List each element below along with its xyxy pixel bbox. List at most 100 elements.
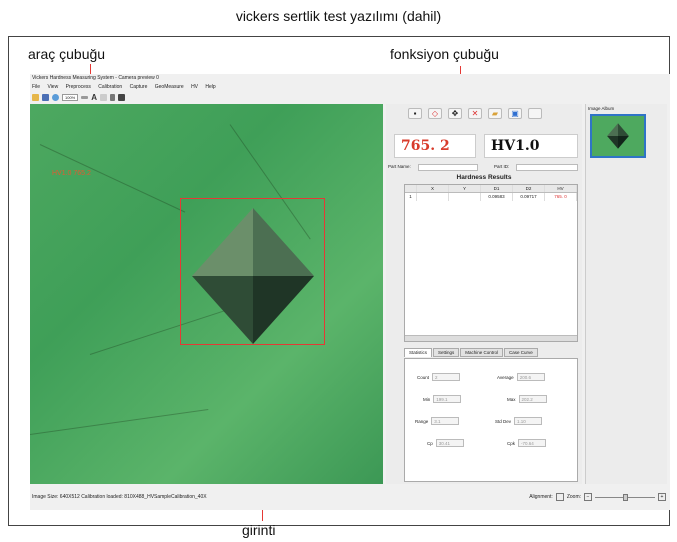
crosshair-icon[interactable] bbox=[110, 93, 116, 101]
stat-label: Range bbox=[415, 418, 429, 424]
indentation-pyramid bbox=[192, 208, 314, 344]
stat-min: Min 199.1 bbox=[423, 395, 462, 403]
part-name-label: Part Name: bbox=[388, 164, 411, 169]
column-header bbox=[405, 185, 417, 192]
hv-scale-display: HV1.0 bbox=[484, 134, 578, 158]
zoom-out-icon[interactable]: − bbox=[584, 493, 592, 501]
stat-value: -70.64 bbox=[518, 439, 547, 447]
results-table: X Y D1 D2 HV 1 0.09583 0.09717 765. 0 bbox=[404, 184, 578, 342]
stat-label: Std Dev bbox=[495, 418, 512, 424]
zoom-in-icon[interactable]: + bbox=[658, 493, 666, 501]
stat-label: Cpk bbox=[507, 440, 516, 446]
move-icon[interactable]: ✥ bbox=[448, 108, 462, 119]
camera-icon[interactable] bbox=[118, 93, 126, 101]
stat-label: Max bbox=[507, 396, 516, 402]
stat-label: Min bbox=[423, 396, 431, 402]
ruler-icon[interactable] bbox=[81, 95, 89, 99]
hv-overlay-label: HV1.0 765.2 bbox=[52, 170, 91, 177]
stat-cp: Cp 30.41 bbox=[427, 439, 464, 447]
alignment-checkbox[interactable] bbox=[555, 493, 564, 501]
table-scrollbar[interactable] bbox=[405, 335, 577, 341]
function-panel: ▪ ◇ ✥ ✕ ▰ ▣ 765. 2 HV1.0 Part Name: Part… bbox=[386, 104, 582, 484]
table-cell bbox=[449, 193, 481, 201]
zoom-slider-thumb[interactable] bbox=[623, 493, 628, 501]
stat-label: Count bbox=[417, 374, 430, 380]
status-info: Image Size: 640X512 Calibration loaded: … bbox=[32, 494, 207, 500]
bottom-tabs: Statistics Settings Machine Control Case… bbox=[404, 348, 578, 358]
scratch-line bbox=[39, 144, 186, 213]
annotation-indentation: girinti bbox=[242, 522, 276, 538]
statistics-panel: Count 2 Average 200.6 Min 199.1 Max 202.… bbox=[404, 358, 578, 482]
tab-case-curve[interactable]: Case Curve bbox=[504, 348, 538, 357]
menu-capture[interactable]: Capture bbox=[130, 84, 148, 90]
table-cell: 765. 0 bbox=[545, 193, 577, 201]
image-album-panel: Image Album bbox=[585, 104, 667, 484]
save-icon[interactable] bbox=[42, 93, 49, 101]
menu-geomeasure[interactable]: GeoMeasure bbox=[155, 84, 184, 90]
annotation-toolbar: araç çubuğu bbox=[28, 46, 106, 62]
menu-file[interactable]: File bbox=[32, 84, 40, 90]
camera-icon[interactable]: ▪ bbox=[408, 108, 422, 119]
hardness-results-title: Hardness Results bbox=[456, 174, 512, 181]
stat-range: Range 3.1 bbox=[415, 417, 460, 425]
album-title: Image Album bbox=[588, 106, 615, 111]
part-id-label: Part ID: bbox=[494, 164, 510, 169]
zoom-select[interactable]: 100% bbox=[62, 93, 79, 101]
stat-value: 3.1 bbox=[431, 417, 460, 425]
delete-icon[interactable]: ✕ bbox=[468, 108, 482, 119]
scratch-line bbox=[30, 408, 209, 435]
stat-value: 1.10 bbox=[514, 417, 543, 425]
stat-value: 199.1 bbox=[433, 395, 462, 403]
function-bar: ▪ ◇ ✥ ✕ ▰ ▣ bbox=[408, 108, 542, 119]
column-header: HV bbox=[545, 185, 577, 192]
stat-value: 2 bbox=[432, 373, 461, 381]
part-fields: Part Name: Part ID: bbox=[388, 164, 580, 172]
stat-stddev: Std Dev 1.10 bbox=[495, 417, 543, 425]
zoom-slider[interactable] bbox=[595, 493, 655, 501]
tab-settings[interactable]: Settings bbox=[433, 348, 460, 357]
menu-view[interactable]: View bbox=[47, 84, 58, 90]
globe-icon[interactable] bbox=[52, 93, 59, 101]
part-id-input[interactable] bbox=[516, 164, 578, 171]
menu-preprocess[interactable]: Preprocess bbox=[66, 84, 91, 90]
menu-hv[interactable]: HV bbox=[191, 84, 198, 90]
column-header: X bbox=[417, 185, 449, 192]
table-cell: 0.09583 bbox=[481, 193, 513, 201]
image-viewer[interactable]: HV1.0 765.2 bbox=[30, 104, 383, 484]
main-toolbar: 100% A bbox=[30, 92, 670, 102]
table-header: X Y D1 D2 HV bbox=[405, 185, 577, 193]
stat-value: 30.41 bbox=[435, 439, 464, 447]
stat-value: 200.6 bbox=[516, 373, 545, 381]
annotation-function-bar: fonksiyon çubuğu bbox=[390, 46, 499, 62]
table-cell bbox=[417, 193, 449, 201]
column-header: Y bbox=[449, 185, 481, 192]
status-controls: Alignment: Zoom: − + bbox=[529, 492, 666, 502]
text-tool-icon[interactable]: A bbox=[91, 93, 97, 102]
application-window: Vickers Hardness Measuring System - Came… bbox=[30, 74, 670, 510]
tab-machine-control[interactable]: Machine Control bbox=[460, 348, 504, 357]
zoom-label: Zoom: bbox=[566, 494, 581, 500]
alignment-label: Alignment: bbox=[529, 494, 553, 500]
figure-caption: vickers sertlik test yazılımı (dahil) bbox=[235, 8, 442, 24]
tab-statistics[interactable]: Statistics bbox=[404, 348, 433, 357]
menu-help[interactable]: Help bbox=[205, 84, 215, 90]
part-name-input[interactable] bbox=[418, 164, 478, 171]
stat-max: Max 202.2 bbox=[507, 395, 547, 403]
open-folder-icon[interactable] bbox=[32, 93, 39, 101]
measure-icon[interactable]: ◇ bbox=[428, 108, 442, 119]
folder-icon[interactable]: ▰ bbox=[488, 108, 502, 119]
grid-icon[interactable] bbox=[100, 93, 108, 101]
table-cell: 0.09717 bbox=[513, 193, 545, 201]
stat-count: Count 2 bbox=[417, 373, 461, 381]
column-header: D2 bbox=[513, 185, 545, 192]
status-bar: Image Size: 640X512 Calibration loaded: … bbox=[30, 492, 670, 502]
stat-average: Average 200.6 bbox=[497, 373, 545, 381]
report-icon[interactable]: ▣ bbox=[508, 108, 522, 119]
stat-label: Cp bbox=[427, 440, 433, 446]
blank-icon[interactable] bbox=[528, 108, 542, 119]
table-row[interactable]: 1 0.09583 0.09717 765. 0 bbox=[405, 193, 577, 201]
album-thumbnail[interactable] bbox=[590, 114, 646, 158]
stat-value: 202.2 bbox=[518, 395, 547, 403]
thumbnail-pyramid bbox=[607, 123, 629, 149]
menu-calibration[interactable]: Calibration bbox=[98, 84, 122, 90]
